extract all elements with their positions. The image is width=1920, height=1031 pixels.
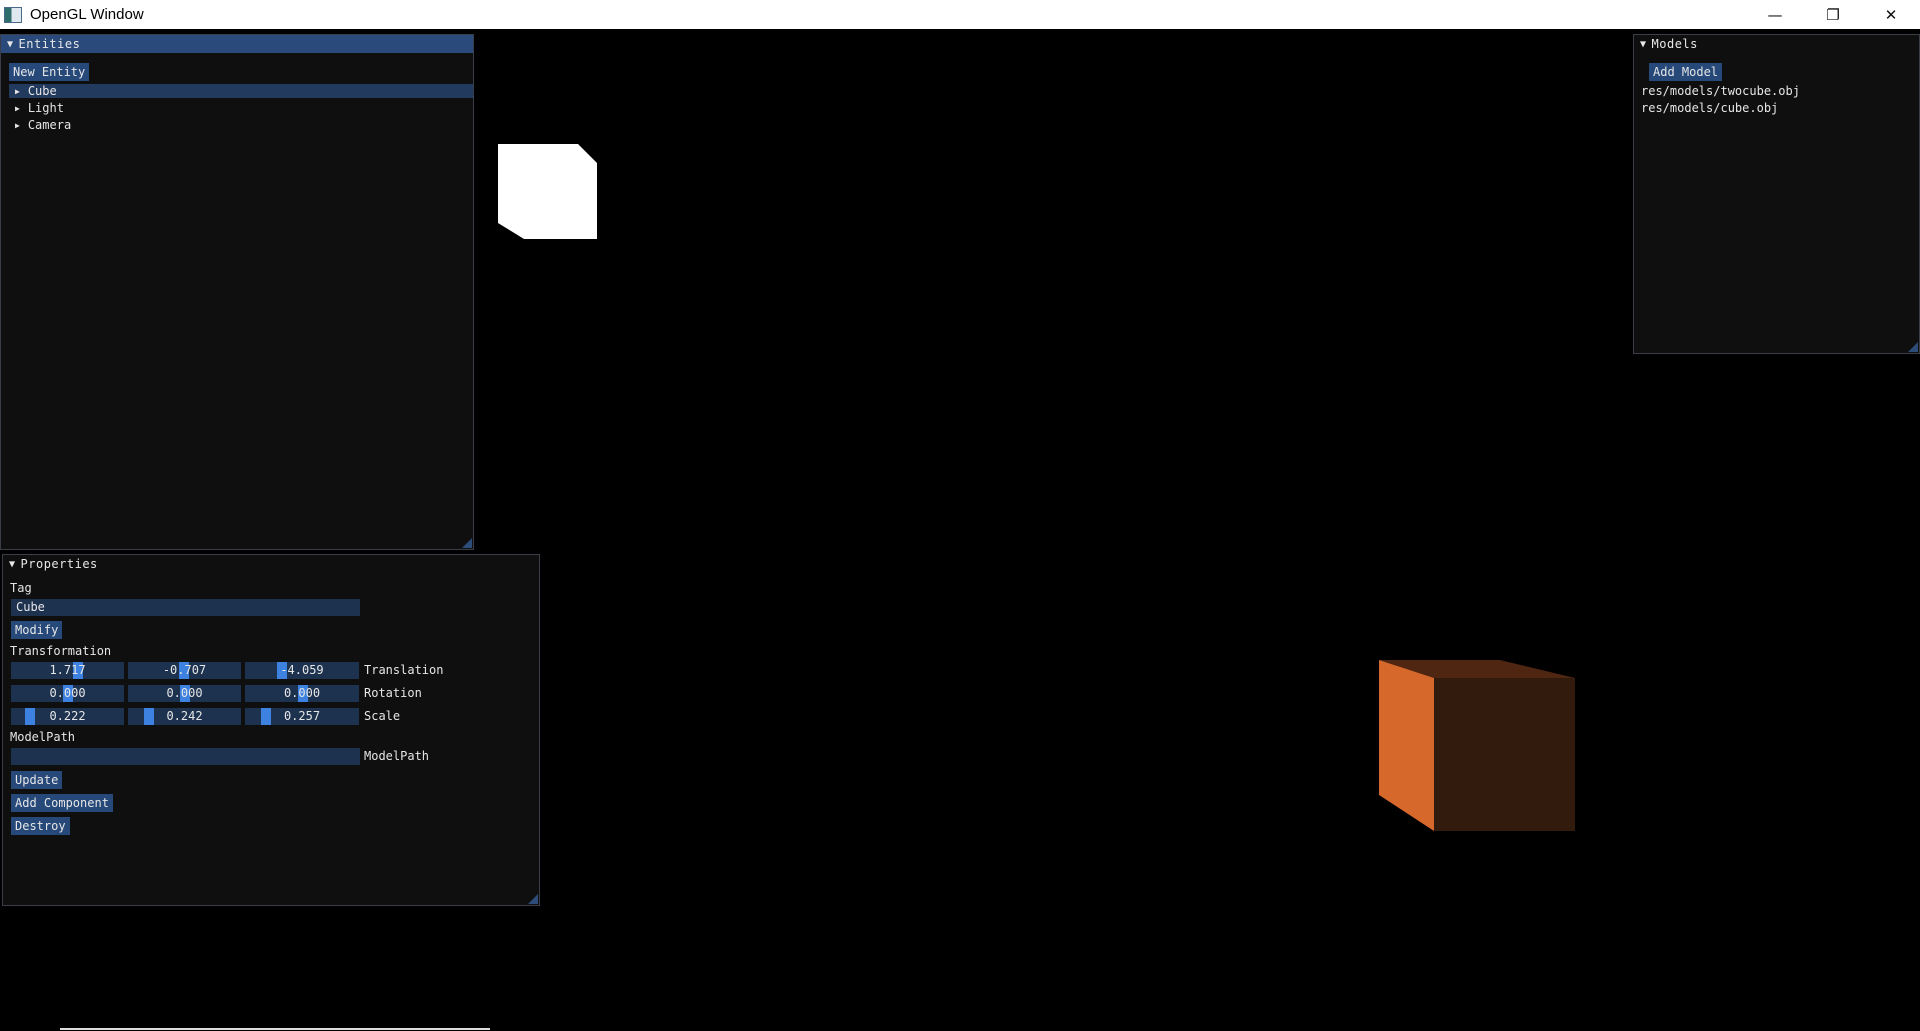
translation-z-value: -4.059	[280, 663, 324, 677]
scale-label: Scale	[364, 709, 401, 723]
scale-z-slider[interactable]: 0.257	[245, 708, 359, 725]
translation-z-slider[interactable]: -4.059	[245, 662, 359, 679]
transformation-label: Transformation	[10, 644, 112, 658]
collapse-arrow-icon[interactable]: ▼	[1640, 39, 1647, 50]
properties-title-label: Properties	[20, 557, 98, 571]
scale-x-value: 0.222	[49, 709, 86, 723]
rotation-x-value: 0.000	[49, 686, 86, 700]
entity-item-light[interactable]: ▶ Light	[9, 101, 64, 115]
tag-value: Cube	[16, 600, 45, 614]
modelpath-input[interactable]	[11, 748, 360, 765]
close-icon[interactable]: ✕	[1862, 0, 1920, 29]
modify-button[interactable]: Modify	[11, 621, 63, 639]
modelpath-section-label: ModelPath	[10, 730, 76, 744]
app-icon	[4, 6, 22, 23]
rotation-y-slider[interactable]: 0.000	[128, 685, 241, 702]
rotation-x-slider[interactable]: 0.000	[11, 685, 124, 702]
translation-x-slider[interactable]: 1.717	[11, 662, 124, 679]
entity-label: Cube	[27, 84, 57, 98]
properties-panel-title[interactable]: ▼ Properties	[3, 555, 539, 573]
models-panel-title[interactable]: ▼ Models	[1634, 35, 1919, 53]
tag-label: Tag	[10, 581, 32, 595]
rotation-z-value: 0.000	[283, 686, 321, 700]
entities-title-label: Entities	[18, 37, 81, 51]
destroy-button[interactable]: Destroy	[11, 817, 70, 835]
resize-grip[interactable]	[462, 538, 472, 548]
window-controls: — ❐ ✕	[1746, 0, 1920, 29]
translation-x-value: 1.717	[49, 663, 86, 677]
minimize-icon[interactable]: —	[1746, 0, 1804, 29]
resize-grip[interactable]	[528, 894, 538, 904]
collapse-arrow-icon[interactable]: ▼	[7, 39, 14, 50]
cube-front-face	[1434, 678, 1575, 831]
tag-input[interactable]: Cube	[11, 599, 360, 616]
collapse-arrow-icon[interactable]: ▼	[9, 559, 16, 570]
expand-arrow-icon[interactable]: ▶	[15, 121, 20, 130]
expand-arrow-icon[interactable]: ▶	[15, 104, 20, 113]
entities-panel-title[interactable]: ▼ Entities	[1, 35, 473, 53]
translation-y-value: -0.707	[162, 663, 207, 677]
modelpath-field-label: ModelPath	[364, 749, 430, 763]
rotation-z-slider[interactable]: 0.000	[245, 685, 359, 702]
slider-grab[interactable]	[261, 708, 271, 725]
add-component-button[interactable]: Add Component	[11, 794, 113, 812]
scale-y-slider[interactable]: 0.242	[128, 708, 241, 725]
properties-panel: ▼ Properties Tag Cube Modify Transformat…	[2, 554, 540, 906]
horizontal-scrollbar[interactable]	[60, 1028, 490, 1030]
translation-label: Translation	[364, 663, 444, 677]
translation-y-slider[interactable]: -0.707	[128, 662, 241, 679]
slider-grab[interactable]	[144, 708, 154, 725]
slider-grab[interactable]	[25, 708, 35, 725]
scale-x-slider[interactable]: 0.222	[11, 708, 124, 725]
expand-arrow-icon[interactable]: ▶	[15, 87, 20, 96]
new-entity-button[interactable]: New Entity	[9, 63, 90, 81]
scale-z-value: 0.257	[283, 709, 321, 723]
restore-icon[interactable]: ❐	[1804, 0, 1862, 29]
scale-y-value: 0.242	[166, 709, 203, 723]
model-item[interactable]: res/models/cube.obj	[1641, 101, 1778, 115]
add-model-button[interactable]: Add Model	[1649, 63, 1723, 81]
entities-panel: ▼ Entities New Entity ▶ Cube ▶ Light ▶ Came…	[0, 34, 474, 550]
cube-side-face	[1379, 660, 1434, 831]
rotation-label: Rotation	[364, 686, 422, 700]
window-titlebar: OpenGL Window — ❐ ✕	[0, 0, 1920, 29]
window-title: OpenGL Window	[30, 6, 144, 23]
entity-label: Camera	[27, 118, 72, 132]
entity-item-camera[interactable]: ▶ Camera	[9, 118, 71, 132]
model-item[interactable]: res/models/twocube.obj	[1641, 84, 1800, 98]
entity-label: Light	[27, 101, 64, 115]
rotation-y-value: 0.000	[166, 686, 203, 700]
models-title-label: Models	[1651, 37, 1698, 51]
entity-item-cube[interactable]: ▶ Cube	[9, 84, 473, 98]
light-cube	[498, 144, 597, 239]
update-button[interactable]: Update	[11, 771, 63, 789]
resize-grip[interactable]	[1908, 342, 1918, 352]
models-panel: ▼ Models Add Model res/models/twocube.ob…	[1633, 34, 1920, 354]
